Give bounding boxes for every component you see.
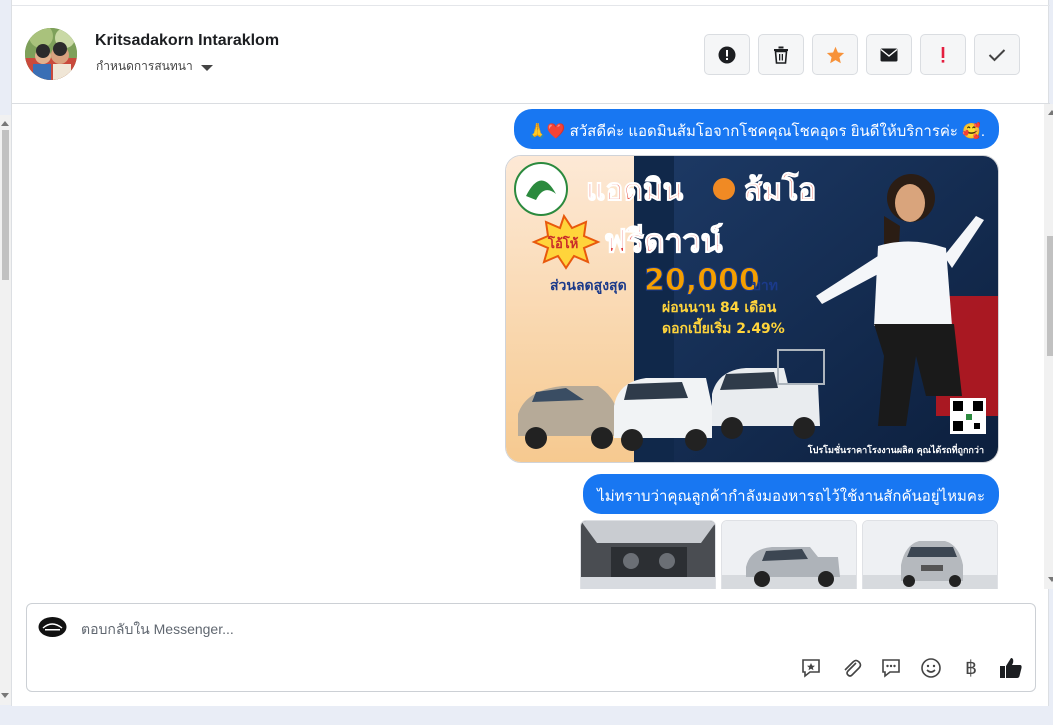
thread-scrollbar[interactable]	[1044, 104, 1053, 589]
contact-avatar[interactable]	[25, 28, 77, 80]
conversation-header: Kritsadakorn Intaraklom กำหนดการสนทนา	[12, 6, 1050, 104]
assign-conversation-dropdown[interactable]: กำหนดการสนทนา	[96, 57, 213, 76]
promo-image[interactable]: แอดมิน ส้มโอ โอ้โห้ ฟรีดาวน์ ส่วนลดสูงสุ…	[505, 155, 999, 463]
assign-conversation-label: กำหนดการสนทนา	[96, 59, 193, 73]
baht-symbol: ฿	[964, 657, 978, 679]
promo-badge: โอ้โห้	[547, 235, 578, 252]
message-text: ไม่ทราบว่าคุณลูกค้ากำลังมองหารถไว้ใช้งาน…	[597, 488, 985, 505]
promo-title-admin: แอดมิน	[586, 173, 684, 208]
message-bubble[interactable]: 🙏❤️ สวัสดีค่ะ แอดมินส้มโอจากโชคคุณโชคอุด…	[514, 109, 999, 149]
scrollbar-thumb[interactable]	[1047, 236, 1053, 356]
outer-scroll-down-arrow-icon[interactable]	[1, 693, 9, 698]
mark-unread-button[interactable]	[866, 34, 912, 75]
alert-circle-icon	[718, 46, 736, 63]
emoji-icon[interactable]	[919, 656, 943, 680]
promo-discount-label: ส่วนลดสูงสุด	[550, 278, 627, 294]
baht-icon[interactable]: ฿	[959, 656, 983, 680]
exclamation-icon	[941, 46, 945, 63]
photo-thumbnail-pickup-front[interactable]	[862, 520, 998, 589]
outer-scrollbar-thumb[interactable]	[2, 130, 9, 280]
message-thread[interactable]: 🙏❤️ สวัสดีค่ะ แอดมินส้มโอจากโชคคุณโชคอุด…	[12, 105, 1050, 589]
promo-discount-unit: บาท	[752, 278, 778, 294]
page-avatar	[38, 616, 67, 638]
promo-discount-value: 20,000	[644, 263, 760, 298]
promo-title-name: ส้มโอ	[744, 171, 816, 208]
message-bubble[interactable]: ไม่ทราบว่าคุณลูกค้ากำลังมองหารถไว้ใช้งาน…	[583, 474, 999, 514]
message-text: 🙏❤️ สวัสดีค่ะ แอดมินส้มโอจากโชคคุณโชคอุด…	[528, 123, 985, 140]
contact-name[interactable]: Kritsadakorn Intaraklom	[95, 32, 279, 50]
composer-toolbar: ฿	[799, 656, 1023, 680]
scroll-up-arrow-icon[interactable]	[1048, 110, 1053, 115]
trash-icon	[774, 46, 788, 64]
scroll-down-arrow-icon[interactable]	[1048, 577, 1053, 582]
report-button[interactable]	[704, 34, 750, 75]
envelope-icon	[880, 48, 898, 61]
reply-composer: ฿	[26, 603, 1036, 692]
done-button[interactable]	[974, 34, 1020, 75]
sticker-icon[interactable]	[799, 656, 823, 680]
photo-thumbnail-pickup-side[interactable]	[721, 520, 857, 589]
star-icon	[826, 46, 844, 63]
spam-button[interactable]	[920, 34, 966, 75]
promo-headline: ฟรีดาวน์	[604, 222, 723, 260]
like-icon[interactable]	[999, 656, 1023, 680]
check-icon	[988, 48, 1006, 61]
outer-scroll-up-arrow-icon[interactable]	[1, 121, 9, 126]
star-button[interactable]	[812, 34, 858, 75]
conversation-panel: Kritsadakorn Intaraklom กำหนดการสนทนา 🙏❤…	[11, 0, 1053, 706]
outer-scrollbar[interactable]	[0, 115, 11, 705]
attachment-icon[interactable]	[839, 656, 863, 680]
conversation-actions	[704, 34, 1020, 75]
photo-thumbnail-engine[interactable]	[580, 520, 716, 589]
saved-reply-icon[interactable]	[879, 656, 903, 680]
delete-button[interactable]	[758, 34, 804, 75]
caret-down-icon	[200, 64, 213, 71]
promo-installment: ผ่อนนาน 84 เดือน	[662, 300, 777, 316]
reply-input[interactable]	[81, 621, 781, 637]
